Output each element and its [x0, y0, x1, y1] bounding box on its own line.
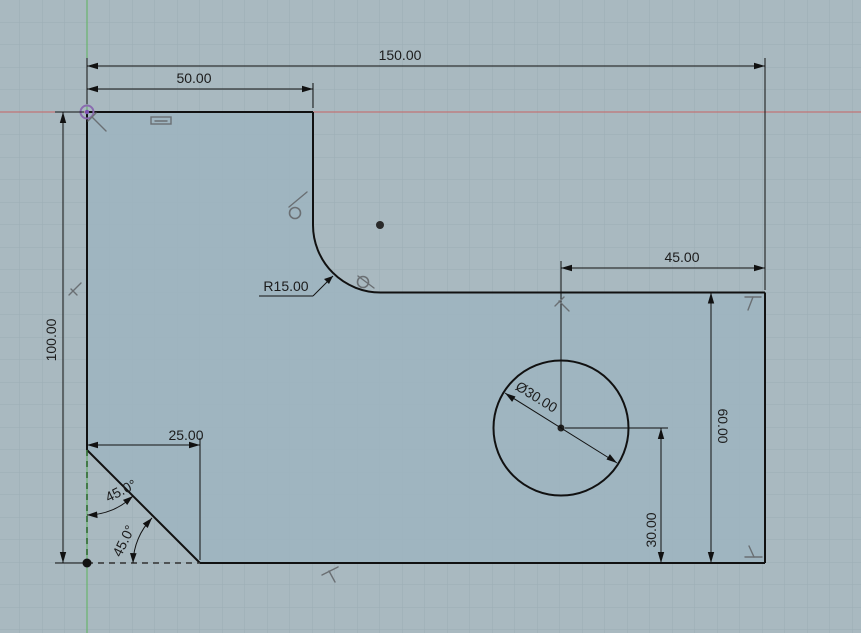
fillet-center-point[interactable]: [376, 221, 384, 229]
dimension-chamfer-width-label[interactable]: 25.00: [168, 427, 203, 443]
dimension-right-height-label[interactable]: 60.00: [715, 408, 731, 443]
dimension-top-width-label[interactable]: 50.00: [176, 70, 211, 86]
sketch-canvas[interactable]: 150.00 50.00 45.00 100.00 60.00 30.00 25…: [0, 0, 861, 633]
dimension-overall-width-label[interactable]: 150.00: [379, 47, 422, 63]
dimension-fillet-radius-label[interactable]: R15.00: [263, 278, 308, 294]
dimension-right-step-label[interactable]: 45.00: [664, 249, 699, 265]
dimension-hole-height-label[interactable]: 30.00: [643, 512, 659, 547]
dimension-overall-height-label[interactable]: 100.00: [43, 318, 59, 361]
